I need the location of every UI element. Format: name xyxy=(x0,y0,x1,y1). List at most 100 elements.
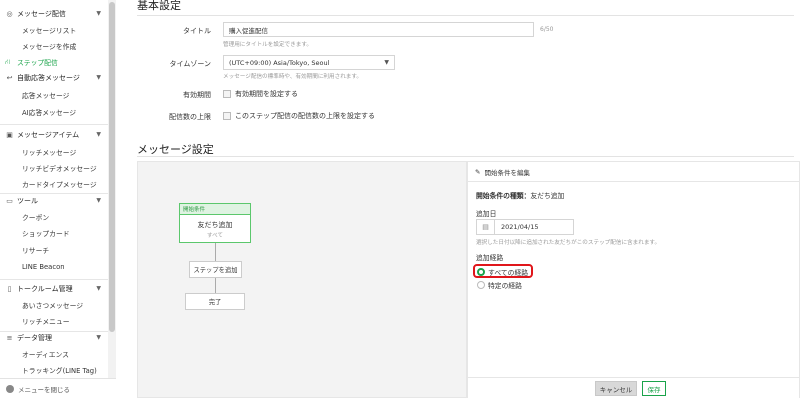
limit-label: 配信数の上限 xyxy=(169,113,211,121)
sidebar-item-greeting[interactable]: あいさつメッセージ xyxy=(22,299,108,311)
sidebar-item-rich-menu[interactable]: リッチメニュー xyxy=(22,315,108,327)
panel-header-label: 開始条件を編集 xyxy=(484,168,530,177)
timezone-label: タイムゾーン xyxy=(169,60,211,68)
period-label: 有効期間 xyxy=(183,91,211,99)
talk-room-icon: ▯ xyxy=(7,285,12,293)
auto-reply-icon: ↩ xyxy=(6,74,13,82)
sidebar-scrollbar[interactable] xyxy=(108,0,116,378)
limit-checkbox[interactable]: このステップ配信の配信数の上限を設定する xyxy=(223,111,375,121)
calendar-icon: ▤ xyxy=(477,220,495,234)
route-option-label: 特定の経路 xyxy=(488,282,522,290)
checkbox-box[interactable] xyxy=(223,90,231,98)
sidebar: ◎ メッセージ配信 ▼ メッセージリスト メッセージを作成 ⛙ ステップ配信 ↩… xyxy=(0,0,116,398)
add-step-button[interactable]: ステップを追加 xyxy=(189,261,242,278)
route-label: 追加経路 xyxy=(476,254,504,262)
divider xyxy=(137,156,794,157)
start-node-header: 開始条件 xyxy=(180,204,250,215)
folder-icon: ▭ xyxy=(6,197,13,205)
collapse-icon xyxy=(6,384,14,393)
flow-canvas[interactable]: 開始条件 友だち追加 すべて ステップを追加 完了 xyxy=(137,161,467,398)
end-node: 完了 xyxy=(185,293,245,310)
sidebar-item-audience[interactable]: オーディエンス xyxy=(22,348,108,360)
save-button[interactable]: 保存 xyxy=(642,381,666,396)
sidebar-group-message-items[interactable]: ▣ メッセージアイテム ▼ xyxy=(5,129,105,141)
title-label: タイトル xyxy=(183,27,211,35)
date-value: 2021/04/15 xyxy=(501,223,539,231)
sidebar-group-label: データ管理 xyxy=(17,334,52,342)
title-counter: 6/50 xyxy=(540,26,554,33)
basic-settings-heading: 基本設定 xyxy=(137,0,181,12)
divider xyxy=(137,15,794,16)
date-input[interactable]: ▤ 2021/04/15 xyxy=(476,219,574,235)
flow-connector xyxy=(215,278,216,293)
period-checkbox[interactable]: 有効期間を設定する xyxy=(223,89,298,99)
flow-connector xyxy=(215,243,216,261)
condition-type-label: 開始条件の種類： xyxy=(476,192,531,200)
sidebar-item-line-beacon[interactable]: LINE Beacon xyxy=(22,261,108,273)
condition-type-value: 友だち追加 xyxy=(530,192,565,200)
start-node-sub: すべて xyxy=(207,233,223,239)
sidebar-item-message-list[interactable]: メッセージリスト xyxy=(22,24,108,36)
start-condition-node[interactable]: 開始条件 友だち追加 すべて xyxy=(179,203,251,243)
title-help: 管理用にタイトルを設定できます。 xyxy=(223,42,312,48)
broadcast-icon: ◎ xyxy=(6,10,13,18)
edit-icon: ✎ xyxy=(475,167,481,176)
sidebar-group-label: メッセージ配信 xyxy=(17,10,66,18)
database-icon: ≡ xyxy=(6,334,13,342)
date-help: 選択した日付以降に追加された友だちがこのステップ配信に含まれます。 xyxy=(476,240,661,246)
condition-type: 開始条件の種類：友だち追加 xyxy=(476,190,564,200)
chevron-down-icon: ▼ xyxy=(96,74,101,81)
title-input[interactable]: 購入促進配信 xyxy=(223,22,534,37)
sidebar-item-step-delivery[interactable]: ⛙ ステップ配信 xyxy=(5,56,91,68)
panel-header: ✎ 開始条件を編集 xyxy=(468,162,799,182)
cancel-button[interactable]: キャンセル xyxy=(595,381,637,396)
sidebar-group-tools[interactable]: ▭ ツール ▼ xyxy=(5,195,105,207)
sidebar-item-label: ステップ配信 xyxy=(17,59,58,67)
chevron-down-icon: ▼ xyxy=(384,59,389,66)
sidebar-group-auto-reply[interactable]: ↩ 自動応答メッセージ ▼ xyxy=(5,72,105,84)
message-item-icon: ▣ xyxy=(6,131,13,139)
date-label: 追加日 xyxy=(476,210,497,218)
sidebar-group-data[interactable]: ≡ データ管理 ▼ xyxy=(5,332,105,344)
route-option-specific[interactable]: 特定の経路 xyxy=(477,280,522,290)
close-menu-button[interactable]: メニューを閉じる xyxy=(0,378,116,398)
sidebar-item-card-message[interactable]: カードタイプメッセージ xyxy=(22,178,108,190)
sidebar-item-shop-card[interactable]: ショップカード xyxy=(22,227,108,239)
sidebar-item-research[interactable]: リサーチ xyxy=(22,244,108,256)
sidebar-item-tracking[interactable]: トラッキング(LINE Tag) xyxy=(22,364,108,376)
sidebar-group-label: メッセージアイテム xyxy=(17,131,80,139)
timezone-value: (UTC+09:00) Asia/Tokyo, Seoul xyxy=(229,58,330,67)
period-checkbox-label: 有効期間を設定する xyxy=(235,90,298,98)
sidebar-item-rich-message[interactable]: リッチメッセージ xyxy=(22,146,108,158)
sidebar-group-talk-room[interactable]: ▯ トークルーム管理 ▼ xyxy=(5,283,105,295)
sidebar-item-coupon[interactable]: クーポン xyxy=(22,211,108,223)
chevron-down-icon: ▼ xyxy=(96,285,101,292)
chevron-down-icon: ▼ xyxy=(96,131,101,138)
sidebar-divider xyxy=(0,279,108,280)
chevron-down-icon: ▼ xyxy=(96,334,101,341)
timezone-select[interactable]: (UTC+09:00) Asia/Tokyo, Seoul ▼ xyxy=(223,55,395,70)
sidebar-item-create-message[interactable]: メッセージを作成 xyxy=(22,40,108,52)
sidebar-divider xyxy=(0,193,108,194)
sidebar-divider xyxy=(0,124,108,125)
step-icon: ⛙ xyxy=(5,57,10,66)
timezone-help: メッセージ配信の標準時や、有効期間に利用されます。 xyxy=(223,74,363,80)
route-option-all[interactable]: すべての経路 xyxy=(477,267,528,277)
radio-selected[interactable] xyxy=(477,268,485,276)
panel-footer: キャンセル 保存 xyxy=(468,377,799,398)
sidebar-item-response-message[interactable]: 応答メッセージ xyxy=(22,89,108,101)
sidebar-group-label: トークルーム管理 xyxy=(17,285,73,293)
sidebar-menu: ◎ メッセージ配信 ▼ メッセージリスト メッセージを作成 ⛙ ステップ配信 ↩… xyxy=(0,0,108,378)
scrollbar-thumb[interactable] xyxy=(109,2,115,332)
chevron-down-icon: ▼ xyxy=(96,197,101,204)
sidebar-item-ai-response[interactable]: AI応答メッセージ xyxy=(22,106,108,118)
radio-unselected[interactable] xyxy=(477,281,485,289)
close-menu-label: メニューを閉じる xyxy=(18,385,70,394)
checkbox-box[interactable] xyxy=(223,112,231,120)
sidebar-group-label: ツール xyxy=(17,197,38,205)
message-settings-heading: メッセージ設定 xyxy=(137,143,214,156)
limit-checkbox-label: このステップ配信の配信数の上限を設定する xyxy=(235,112,375,120)
chevron-down-icon: ▼ xyxy=(96,10,101,17)
sidebar-item-rich-video[interactable]: リッチビデオメッセージ xyxy=(22,162,108,174)
sidebar-group-broadcast[interactable]: ◎ メッセージ配信 ▼ xyxy=(5,8,105,20)
